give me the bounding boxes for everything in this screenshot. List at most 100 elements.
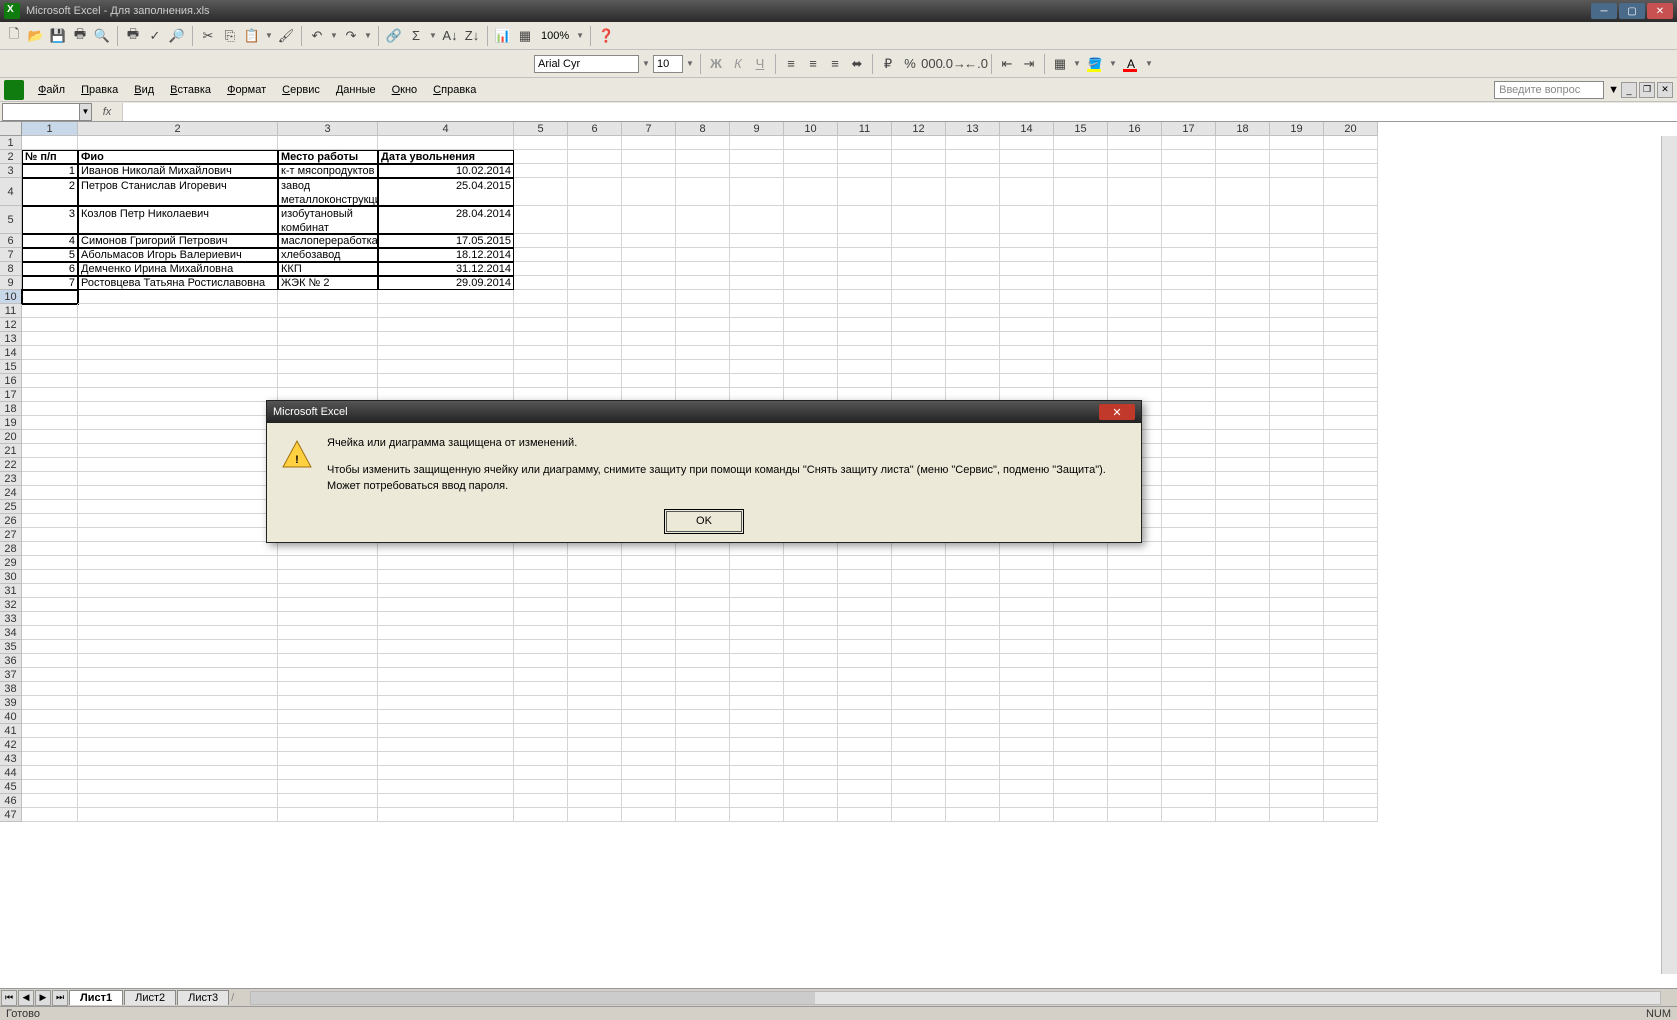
cell[interactable] [1216,472,1270,486]
cell[interactable] [946,738,1000,752]
row-header[interactable]: 20 [0,430,22,444]
cell[interactable] [1270,458,1324,472]
cell[interactable] [278,360,378,374]
row-header[interactable]: 15 [0,360,22,374]
cell[interactable] [892,682,946,696]
cell[interactable] [1108,206,1162,234]
cell[interactable] [1162,808,1216,822]
cell[interactable] [568,668,622,682]
cell[interactable] [514,164,568,178]
undo-dropdown[interactable]: ▼ [329,31,339,40]
cell[interactable] [22,430,78,444]
cell[interactable] [784,164,838,178]
font-size-box[interactable]: 10 [653,55,683,73]
cell[interactable] [784,360,838,374]
cell[interactable] [676,668,730,682]
cell[interactable] [676,738,730,752]
cell[interactable] [278,766,378,780]
cell[interactable] [378,710,514,724]
cell[interactable] [1324,458,1378,472]
cell[interactable] [1324,752,1378,766]
cell[interactable] [568,374,622,388]
percent-icon[interactable]: % [900,54,920,74]
font-name-dropdown[interactable]: ▼ [641,59,651,68]
close-button[interactable]: ✕ [1647,3,1673,19]
cell[interactable] [784,808,838,822]
cell[interactable] [1270,388,1324,402]
cell[interactable] [1216,612,1270,626]
cell[interactable] [676,276,730,290]
cell[interactable] [1000,710,1054,724]
cell[interactable] [676,346,730,360]
cell[interactable] [1000,136,1054,150]
cell[interactable] [1270,178,1324,206]
cell[interactable] [1270,500,1324,514]
cell[interactable] [22,542,78,556]
row-header[interactable]: 1 [0,136,22,150]
cell[interactable] [278,710,378,724]
cell[interactable] [1324,178,1378,206]
cell[interactable] [1108,640,1162,654]
cell[interactable] [676,696,730,710]
cell[interactable] [1162,500,1216,514]
cell[interactable] [1000,682,1054,696]
cell[interactable] [784,780,838,794]
row-header[interactable]: 30 [0,570,22,584]
font-size-dropdown[interactable]: ▼ [685,59,695,68]
cell[interactable] [946,374,1000,388]
cell[interactable] [622,290,676,304]
cell[interactable] [514,178,568,206]
cell[interactable] [278,724,378,738]
cell[interactable] [784,542,838,556]
cell[interactable] [78,346,278,360]
cell[interactable] [946,696,1000,710]
column-header[interactable]: 17 [1162,122,1216,136]
cell[interactable] [1000,332,1054,346]
cell[interactable] [676,752,730,766]
cell[interactable] [946,626,1000,640]
cell[interactable] [1324,654,1378,668]
cell[interactable] [1216,500,1270,514]
cell[interactable] [514,304,568,318]
cell[interactable] [676,808,730,822]
cell[interactable] [514,640,568,654]
cell[interactable] [946,234,1000,248]
row-header[interactable]: 4 [0,178,22,206]
row-header[interactable]: 24 [0,486,22,500]
cell[interactable] [1000,248,1054,262]
cell[interactable] [78,318,278,332]
cell[interactable] [1162,556,1216,570]
cell[interactable]: 31.12.2014 [378,262,514,276]
cell[interactable] [568,724,622,738]
cell[interactable] [784,318,838,332]
cell[interactable] [1000,570,1054,584]
cell[interactable] [1054,178,1108,206]
cell[interactable] [278,290,378,304]
sort-asc-icon[interactable]: A↓ [440,26,460,46]
cell[interactable] [1270,710,1324,724]
cell[interactable] [514,780,568,794]
cell[interactable] [1000,262,1054,276]
cell[interactable]: 2 [22,178,78,206]
cell[interactable] [1324,318,1378,332]
cell[interactable] [892,248,946,262]
cell[interactable] [730,808,784,822]
cell[interactable] [1216,808,1270,822]
cell[interactable] [1108,724,1162,738]
cell[interactable] [378,640,514,654]
cell[interactable] [568,360,622,374]
tab-nav-last[interactable]: ⏭ [52,990,68,1006]
cell[interactable] [1162,150,1216,164]
cell[interactable] [892,542,946,556]
cell[interactable] [1054,374,1108,388]
cell[interactable] [622,780,676,794]
cell[interactable]: Абольмасов Игорь Валериевич [78,248,278,262]
cell[interactable] [378,696,514,710]
cell[interactable] [22,640,78,654]
cell[interactable] [1162,430,1216,444]
cell[interactable] [1108,682,1162,696]
cell[interactable]: к-т мясопродуктов [278,164,378,178]
cell[interactable]: маслопереработка [278,234,378,248]
cell[interactable] [78,430,278,444]
cell[interactable] [838,360,892,374]
